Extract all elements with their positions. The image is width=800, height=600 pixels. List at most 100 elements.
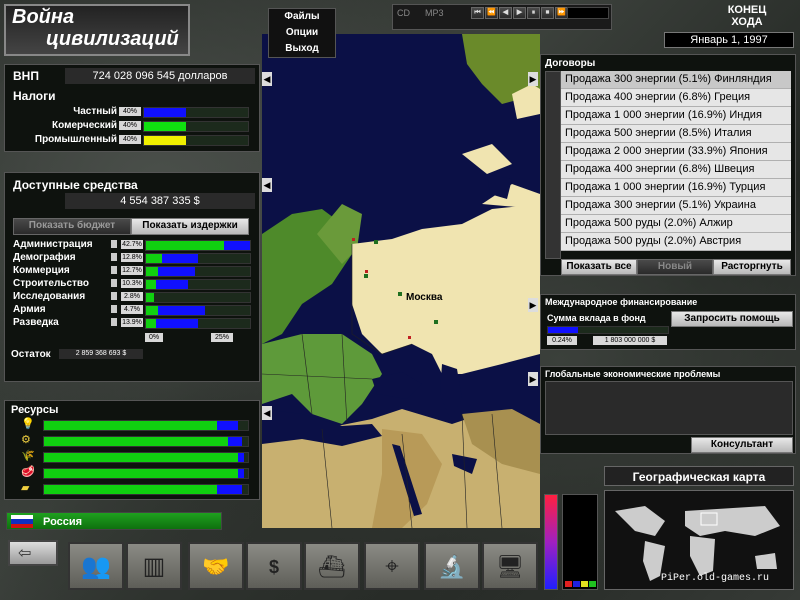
media-track-display	[567, 7, 609, 19]
tax-bar[interactable]	[143, 121, 249, 132]
fund-bar-green	[146, 241, 224, 250]
funds-label: Доступные средства	[13, 178, 138, 192]
research-button[interactable]: 🔬	[424, 542, 480, 590]
collapse-treaties-arrow[interactable]: ▶	[528, 72, 538, 86]
collapse-resources-arrow[interactable]: ◀	[262, 406, 272, 420]
cd-label[interactable]: CD	[397, 8, 410, 18]
fund-bar[interactable]	[145, 318, 251, 329]
mp3-label[interactable]: MP3	[425, 8, 444, 18]
tax-bar-fill	[144, 122, 186, 131]
logo-line1: Война	[12, 6, 75, 28]
trade-button[interactable]: 🤝	[188, 542, 244, 590]
menu-exit[interactable]: Выход	[269, 41, 335, 57]
new-treaty-button[interactable]: Новый	[637, 259, 713, 275]
geo-map-label[interactable]: Географическая карта	[604, 466, 794, 486]
media-pause-button[interactable]: ⏸	[527, 7, 540, 19]
fund-bar[interactable]	[145, 266, 251, 277]
menu-files[interactable]: Файлы	[269, 9, 335, 25]
population-button[interactable]: 👥	[68, 542, 124, 590]
finance-button[interactable]: $	[246, 542, 302, 590]
treaty-item[interactable]: Продажа 500 руды (2.0%) Австрия	[561, 233, 791, 251]
media-first-button[interactable]: ⏮	[471, 7, 484, 19]
treaty-item[interactable]: Продажа 500 энергии (8.5%) Италия	[561, 125, 791, 143]
fund-name: Демография	[13, 252, 76, 263]
resource-bar-blue	[237, 469, 244, 478]
treaty-list: Продажа 300 энергии (5.1%) Финляндия Прод…	[561, 71, 791, 255]
fund-bar-blue	[156, 280, 188, 289]
industry-button[interactable]: ▥	[126, 542, 182, 590]
tax-bar[interactable]	[143, 107, 249, 118]
tax-row: Комерческий 40%	[5, 119, 261, 133]
treaty-scrollbar[interactable]	[545, 71, 561, 259]
show-all-button[interactable]: Показать все	[561, 259, 637, 275]
fund-bar[interactable]	[145, 292, 251, 303]
end-turn-button[interactable]: КОНЕЦ ХОДА	[700, 4, 794, 30]
gold-icon: ▰	[21, 482, 30, 494]
watermark: PiPer.old-games.ru	[661, 573, 770, 584]
fund-pct: 4.7%	[121, 305, 143, 314]
back-button[interactable]: ⇦	[8, 540, 58, 566]
media-prev-button[interactable]: ◀	[499, 7, 512, 19]
show-costs-button[interactable]: Показать издержки	[131, 218, 249, 235]
media-rewind-button[interactable]: ⏪	[485, 7, 498, 19]
request-help-button[interactable]: Запросить помощь	[671, 311, 793, 327]
fund-bar-green	[146, 267, 159, 276]
collapse-finance-arrow[interactable]: ▶	[528, 298, 538, 312]
media-play-button[interactable]: ▶	[513, 7, 526, 19]
fund-pct: 12.7%	[121, 266, 143, 275]
crosshair-icon: ⌖	[385, 553, 399, 580]
city-marker[interactable]	[374, 240, 378, 244]
treaty-item[interactable]: Продажа 1 000 энергии (16.9%) Турция	[561, 179, 791, 197]
collapse-funds-arrow[interactable]: ◀	[262, 178, 272, 192]
show-budget-button[interactable]: Показать бюджет	[13, 218, 131, 235]
world-map[interactable]: Москва	[262, 34, 540, 528]
treaty-item[interactable]: Продажа 300 энергии (5.1%) Финляндия	[561, 71, 791, 89]
treaty-item[interactable]: Продажа 400 энергии (6.8%) Греция	[561, 89, 791, 107]
city-marker[interactable]	[364, 274, 368, 278]
fund-name: Исследования	[13, 291, 86, 302]
city-marker[interactable]	[365, 270, 368, 273]
gnp-label: ВНП	[13, 69, 39, 83]
collapse-problems-arrow[interactable]: ▶	[528, 372, 538, 386]
treaty-item[interactable]: Продажа 400 энергии (6.8%) Швеция	[561, 161, 791, 179]
treaty-item[interactable]: Продажа 2 000 энергии (33.9%) Япония	[561, 143, 791, 161]
tax-rows: Частный 40% Комерческий 40% Промышленный…	[5, 105, 261, 147]
resource-rows: 💡 ⚙ 🌾 🥩 ▰	[5, 417, 261, 497]
fund-bar-green	[146, 319, 157, 328]
fund-bar-blue	[224, 241, 250, 250]
fund-bar-blue	[158, 267, 195, 276]
intelligence-button[interactable]: ⌖	[364, 542, 420, 590]
treaty-item[interactable]: Продажа 500 руды (2.0%) Алжир	[561, 215, 791, 233]
lock-icon	[111, 318, 117, 326]
fund-bar[interactable]	[145, 253, 251, 264]
resources-label: Ресурсы	[11, 404, 59, 416]
military-button[interactable]: ⛴	[304, 542, 360, 590]
menu-options[interactable]: Опции	[269, 25, 335, 41]
world-minimap[interactable]: PiPer.old-games.ru	[604, 490, 794, 590]
collapse-gnp-arrow[interactable]: ◀	[262, 72, 272, 86]
finance-label: Международное финансирование	[545, 297, 698, 307]
fund-bar-green	[146, 293, 155, 302]
fund-bar[interactable]	[145, 305, 251, 316]
city-marker[interactable]	[398, 292, 402, 296]
fund-bar[interactable]	[145, 279, 251, 290]
city-marker[interactable]	[434, 320, 438, 324]
game-logo: Война цивилизаций	[4, 4, 190, 56]
city-marker[interactable]	[408, 336, 411, 339]
fund-bar[interactable]	[145, 240, 251, 251]
fund-bar-green	[146, 306, 159, 315]
treaty-item[interactable]: Продажа 1 000 энергии (16.9%) Индия	[561, 107, 791, 125]
city-marker[interactable]	[352, 238, 355, 241]
lock-icon	[111, 292, 117, 300]
end-turn-label-2: ХОДА	[731, 16, 763, 28]
tax-bar[interactable]	[143, 135, 249, 146]
treaty-item[interactable]: Продажа 300 энергии (5.1%) Украина	[561, 197, 791, 215]
country-bar[interactable]: Россия	[6, 512, 222, 530]
terminate-button[interactable]: Расторгнуть	[713, 259, 791, 275]
media-stop-button[interactable]: ⏹	[541, 7, 554, 19]
media-button[interactable]: 🖥	[482, 542, 538, 590]
country-name: Россия	[43, 516, 83, 528]
consultant-button[interactable]: Консультант	[691, 437, 793, 453]
resources-panel: Ресурсы 💡 ⚙ 🌾 🥩 ▰	[4, 400, 260, 500]
fund-slider[interactable]	[547, 326, 669, 334]
